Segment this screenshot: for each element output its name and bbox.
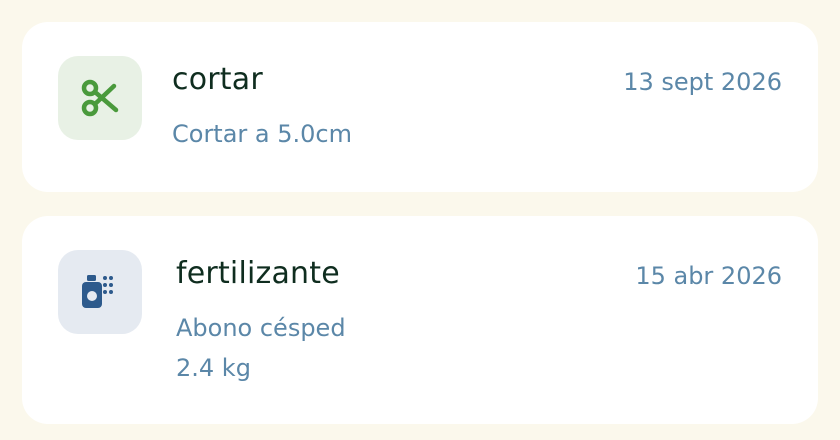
scissors-icon (81, 79, 119, 117)
task-detail: Abono césped (176, 314, 346, 342)
task-icon-tile (58, 56, 142, 140)
task-detail: Cortar a 5.0cm (172, 120, 352, 148)
task-card-cortar[interactable]: cortar 13 sept 2026 Cortar a 5.0cm (22, 22, 818, 192)
task-card-fertilizante[interactable]: fertilizante 15 abr 2026 Abono césped 2.… (22, 216, 818, 424)
task-quantity: 2.4 kg (176, 354, 251, 382)
task-icon-tile (58, 250, 142, 334)
task-date: 15 abr 2026 (635, 262, 782, 290)
task-date: 13 sept 2026 (623, 68, 782, 96)
fertilizer-spray-icon (82, 275, 113, 308)
task-title: fertilizante (176, 256, 340, 291)
task-title: cortar (172, 62, 263, 97)
